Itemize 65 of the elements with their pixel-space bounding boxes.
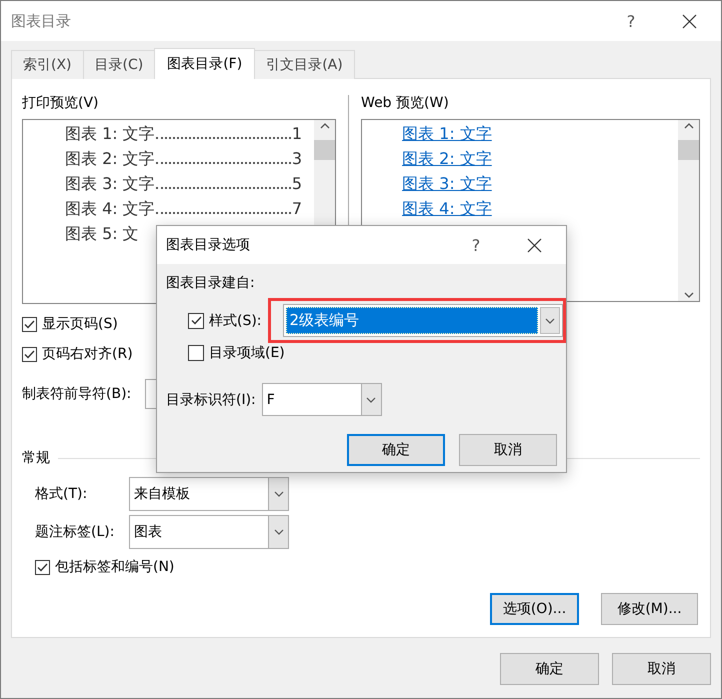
entry-text: 图表 4: 文字	[65, 198, 155, 220]
checkbox[interactable]	[22, 316, 37, 332]
checkbox-label: 样式(S):	[209, 312, 262, 330]
checkbox-label: 目录项域(E)	[209, 344, 285, 362]
button[interactable]: 取消	[612, 653, 711, 685]
tab[interactable]: 图表目录(F)	[154, 48, 256, 79]
entry-link[interactable]: 图表 3: 文字	[402, 171, 492, 196]
dropdown[interactable]: 来自模板	[129, 477, 289, 511]
page-number: 1	[292, 123, 302, 145]
chevron-up-icon[interactable]	[684, 123, 694, 129]
dropdown[interactable]: 图表	[129, 515, 289, 549]
chevron-down-icon[interactable]	[684, 292, 694, 298]
help-button[interactable]: ?	[624, 12, 638, 30]
style-dropdown[interactable]: 2级表编号	[282, 304, 563, 337]
chevron-down-icon[interactable]	[274, 529, 284, 535]
checkbox[interactable]	[35, 560, 50, 574]
check-icon	[24, 320, 35, 328]
button[interactable]: 确定	[347, 434, 445, 466]
section-label: 打印预览(V)	[22, 94, 100, 113]
checkbox[interactable]	[188, 312, 204, 328]
dropdown[interactable]: F	[262, 383, 382, 416]
button[interactable]: 修改(M)...	[601, 593, 698, 625]
field-label: 目录标识符(I):	[166, 390, 256, 408]
page-number: 3	[292, 148, 302, 170]
check-icon	[24, 350, 35, 358]
check-icon	[190, 316, 202, 325]
dialog-title: 图表目录选项	[166, 236, 251, 254]
section-label: Web 预览(W)	[361, 94, 450, 113]
chevron-down-icon[interactable]	[544, 318, 555, 324]
entry-text: 图表 3: 文字	[65, 173, 155, 195]
chevron-down-icon[interactable]	[274, 491, 284, 497]
checkbox[interactable]	[188, 345, 204, 361]
button[interactable]: 取消	[459, 434, 557, 466]
chevron-down-icon[interactable]	[366, 396, 376, 402]
group-label: 图表目录建自:	[166, 274, 256, 292]
entry-text: 图表 2: 文字	[65, 148, 155, 170]
entry-text: 图表 5: 文	[65, 223, 139, 245]
scrollbar-thumb[interactable]	[314, 140, 336, 160]
group-title: 常规	[22, 449, 50, 467]
entry-link[interactable]: 图表 2: 文字	[402, 146, 492, 171]
entry-link[interactable]: 图表 1: 文字	[402, 121, 492, 146]
chevron-up-icon[interactable]	[320, 123, 330, 129]
page-number: 7	[292, 198, 302, 220]
tab[interactable]: 索引(X)	[11, 50, 84, 79]
entry-link[interactable]: 图表 4: 文字	[402, 196, 492, 221]
close-icon[interactable]	[527, 238, 542, 252]
tab[interactable]: 目录(C)	[82, 50, 156, 79]
button[interactable]: 选项(O)...	[490, 593, 579, 625]
scrollbar-thumb[interactable]	[678, 140, 700, 160]
page-number: 5	[292, 173, 302, 195]
field-label: 格式(T):	[35, 485, 88, 503]
checkbox[interactable]	[22, 346, 37, 362]
help-button[interactable]: ?	[469, 236, 483, 254]
checkbox-label: 显示页码(S)	[42, 315, 118, 333]
entry-text: 图表 1: 文字	[65, 123, 155, 145]
checkbox-label: 页码右对齐(R)	[42, 345, 133, 363]
close-icon[interactable]	[682, 14, 697, 28]
check-icon	[37, 562, 48, 572]
tab[interactable]: 引文目录(A)	[254, 50, 355, 79]
field-label: 制表符前导符(B):	[22, 385, 132, 403]
window-title: 图表目录	[11, 12, 72, 30]
checkbox-label: 包括标签和编号(N)	[55, 558, 174, 576]
field-label: 题注标签(L):	[35, 523, 116, 541]
scrollbar[interactable]	[678, 120, 700, 301]
button[interactable]: 确定	[500, 653, 599, 685]
